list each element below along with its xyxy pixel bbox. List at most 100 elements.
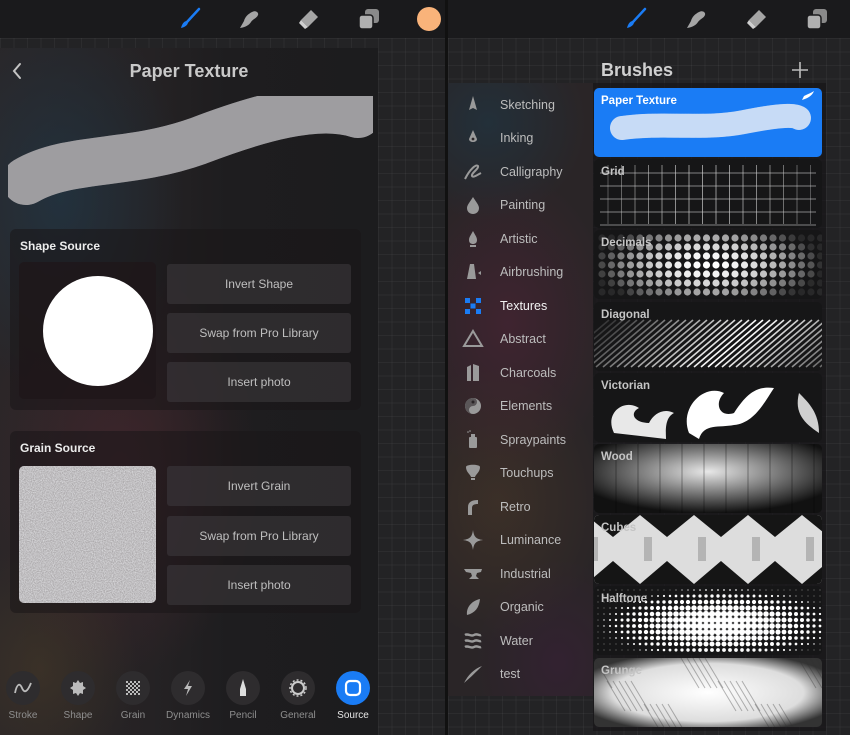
- brush-item-victorian[interactable]: Victorian: [594, 372, 822, 442]
- brush-set-label: Water: [500, 633, 533, 648]
- shape-thumbnail[interactable]: [19, 262, 156, 399]
- insert-grain-photo-button[interactable]: Insert photo: [167, 565, 351, 605]
- brush-set-label: Elements: [500, 399, 553, 413]
- top-toolbar: [0, 0, 445, 38]
- smudge-finger-icon[interactable]: [684, 7, 708, 31]
- source-square-icon: [344, 679, 362, 697]
- waves-icon: [462, 630, 484, 652]
- brush-library-pane: Brushes Sketching Inking Calligraphy Painti…: [448, 0, 850, 735]
- brush-set-water[interactable]: Water: [448, 624, 593, 657]
- brush-set-abstract[interactable]: Abstract: [448, 323, 593, 356]
- charcoal-icon: [462, 362, 484, 384]
- gear-icon: [289, 679, 307, 697]
- ink-nib-icon: [462, 127, 484, 149]
- eraser-icon[interactable]: [745, 7, 769, 31]
- add-brush-button[interactable]: [790, 60, 810, 80]
- section-title: Grain Source: [20, 441, 96, 455]
- eraser-icon[interactable]: [297, 7, 321, 31]
- grain-source-section: Grain Source Invert Grain Swap from Pro …: [10, 431, 361, 613]
- leaf-icon: [462, 596, 484, 618]
- tab-shape[interactable]: Shape: [52, 671, 104, 721]
- paintbrush-icon[interactable]: [178, 7, 202, 31]
- brush-set-inking[interactable]: Inking: [448, 122, 593, 155]
- brush-name: Wood: [601, 451, 633, 463]
- brush-name: Decimals: [601, 237, 652, 250]
- invert-shape-button[interactable]: Invert Shape: [167, 264, 351, 304]
- brush-set-calligraphy[interactable]: Calligraphy: [448, 155, 593, 188]
- pencil-nib-icon: [240, 679, 246, 696]
- lightning-icon: [184, 680, 192, 696]
- tab-dynamics[interactable]: Dynamics: [162, 671, 214, 721]
- stroke-swoosh-icon: [462, 663, 484, 685]
- tab-grain[interactable]: Grain: [107, 671, 159, 721]
- insert-shape-photo-button[interactable]: Insert photo: [167, 362, 351, 402]
- shape-burst-icon: [70, 680, 86, 696]
- swap-grain-from-pro-library-button[interactable]: Swap from Pro Library: [167, 516, 351, 556]
- studio-header: Paper Texture: [0, 58, 378, 88]
- brush-set-retro[interactable]: Retro: [448, 490, 593, 523]
- brush-item-diagonal[interactable]: Diagonal: [594, 301, 822, 371]
- brush-item-cubes[interactable]: Cubes: [594, 515, 822, 585]
- invert-grain-button[interactable]: Invert Grain: [167, 466, 351, 506]
- sketching-icon: [462, 94, 484, 116]
- brush-set-label: test: [500, 667, 521, 681]
- brush-name: Grid: [601, 166, 625, 179]
- textures-checker-icon: [462, 295, 484, 317]
- brush-studio-panel: Paper Texture Shape Source Invert Shape …: [0, 48, 378, 735]
- shape-circle: [43, 276, 153, 386]
- section-title: Shape Source: [20, 239, 101, 253]
- tab-stroke[interactable]: Stroke: [0, 671, 49, 721]
- color-swatch[interactable]: [417, 7, 441, 31]
- brush-set-charcoals[interactable]: Charcoals: [448, 356, 593, 389]
- plus-icon: [792, 62, 808, 78]
- brush-item-grunge[interactable]: Grunge: [594, 657, 822, 727]
- brush-set-industrial[interactable]: Industrial: [448, 557, 593, 590]
- brush-stroke-preview: [594, 159, 822, 228]
- brush-set-test[interactable]: test: [448, 658, 593, 691]
- brush-name: Victorian: [601, 379, 650, 392]
- brush-set-label: Abstract: [500, 332, 546, 346]
- brush-set-textures[interactable]: Textures: [448, 289, 593, 322]
- smudge-finger-icon[interactable]: [237, 7, 261, 31]
- calligraphy-icon: [462, 161, 484, 183]
- grain-thumbnail[interactable]: [19, 466, 156, 603]
- layers-icon[interactable]: [805, 7, 829, 31]
- brush-set-label: Organic: [500, 600, 544, 614]
- touchup-icon: [462, 462, 484, 484]
- brush-set-spraypaints[interactable]: Spraypaints: [448, 423, 593, 456]
- brush-library-panel: Brushes Sketching Inking Calligraphy Painti…: [448, 48, 826, 731]
- retro-arc-icon: [462, 496, 484, 518]
- grain-checker-icon: [126, 681, 140, 695]
- swap-shape-from-pro-library-button[interactable]: Swap from Pro Library: [167, 313, 351, 353]
- tab-pencil[interactable]: Pencil: [217, 671, 269, 721]
- anvil-icon: [462, 563, 484, 585]
- brush-set-sketching[interactable]: Sketching: [448, 88, 593, 121]
- brush-item-halftone[interactable]: Halftone: [594, 586, 822, 656]
- brush-set-elements[interactable]: Elements: [448, 390, 593, 423]
- brush-set-organic[interactable]: Organic: [448, 591, 593, 624]
- brush-set-label: Artistic: [500, 231, 538, 246]
- layers-icon[interactable]: [357, 7, 381, 31]
- brush-set-airbrushing[interactable]: Airbrushing: [448, 256, 593, 289]
- brush-item-paper-texture[interactable]: Paper Texture: [594, 88, 822, 157]
- brush-name: Diagonal: [601, 308, 650, 321]
- brush-set-artistic[interactable]: Artistic: [448, 222, 593, 255]
- tab-source[interactable]: Source: [327, 671, 379, 721]
- brush-set-label: Inking: [500, 131, 534, 145]
- studio-tab-bar: Stroke Shape Grain Dynamics Pencil Gener…: [0, 671, 378, 731]
- brush-item-grid[interactable]: Grid: [594, 159, 822, 229]
- brush-set-touchups[interactable]: Touchups: [448, 457, 593, 490]
- brush-item-decimals[interactable]: Decimals: [594, 230, 822, 300]
- tab-general[interactable]: General: [272, 671, 324, 721]
- brush-set-label: Airbrushing: [500, 265, 564, 279]
- brush-set-label: Industrial: [500, 566, 551, 581]
- paintbrush-icon[interactable]: [624, 7, 648, 31]
- brush-item-wood[interactable]: Wood: [594, 444, 822, 513]
- library-title: Brushes: [601, 60, 674, 80]
- brush-set-luminance[interactable]: Luminance: [448, 524, 593, 557]
- brush-name: Halftone: [601, 593, 647, 606]
- brush-set-label: Spraypaints: [500, 432, 567, 447]
- paint-drop-icon: [462, 194, 484, 216]
- brush-studio-pane: Paper Texture Shape Source Invert Shape …: [0, 0, 445, 735]
- brush-set-painting[interactable]: Painting: [448, 189, 593, 222]
